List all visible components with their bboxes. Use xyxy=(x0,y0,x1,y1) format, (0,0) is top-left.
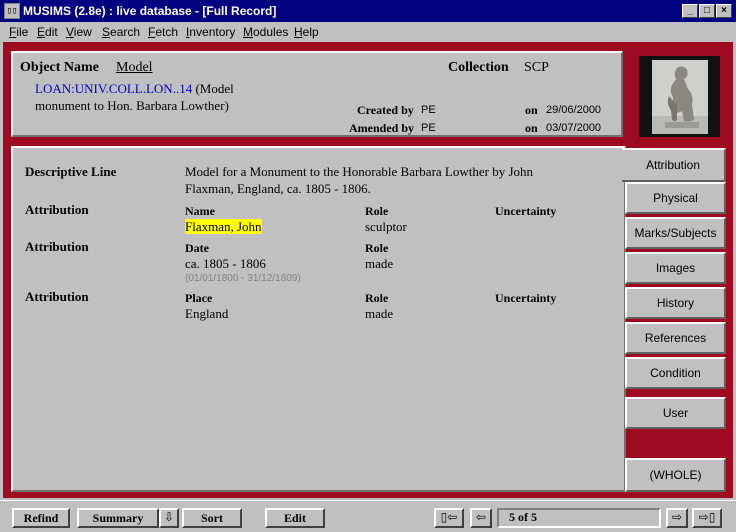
attribution-label: Attribution xyxy=(25,202,89,217)
object-name-label: Object Name xyxy=(20,60,99,75)
uncertainty-label: Uncertainty xyxy=(495,291,557,305)
record-counter: 5 of 5 xyxy=(497,508,661,528)
menu-search[interactable]: Search xyxy=(102,25,140,39)
menu-help[interactable]: Help xyxy=(294,25,319,39)
menu-fetch[interactable]: Fetch xyxy=(148,25,178,39)
maximize-button[interactable]: □ xyxy=(699,4,715,18)
date-label: Date xyxy=(185,241,209,255)
previous-record-icon[interactable]: ⇦ xyxy=(470,508,492,528)
amended-by-label: Amended by xyxy=(349,121,415,135)
title-line-1: (Model xyxy=(192,81,234,96)
role-value: made xyxy=(365,306,394,321)
descriptive-line-label: Descriptive Line xyxy=(25,164,117,179)
title-bar: ▯▯ MUSIMS (2.8e) : live database - [Full… xyxy=(0,0,736,22)
amended-on-label: on xyxy=(525,121,538,135)
name-label: Name xyxy=(185,204,215,218)
close-button[interactable]: × xyxy=(716,4,732,18)
record-header-panel: Object Name Model Collection SCP LOAN:UN… xyxy=(11,51,623,137)
menu-file[interactable]: File xyxy=(9,25,28,39)
created-on-value: 29/06/2000 xyxy=(546,104,602,116)
collection-value: SCP xyxy=(524,60,549,75)
tab-attribution[interactable]: Attribution xyxy=(622,148,726,182)
summary-down-arrow-icon[interactable]: ⇩ xyxy=(159,508,179,528)
tab-marks-subjects[interactable]: Marks/Subjects xyxy=(625,217,726,249)
amended-by-value: PE xyxy=(421,122,436,134)
tab-images[interactable]: Images xyxy=(625,252,726,284)
tab-user[interactable]: User xyxy=(625,397,726,429)
sort-button[interactable]: Sort xyxy=(182,508,242,528)
next-record-icon[interactable]: ⇨ xyxy=(666,508,688,528)
tab-physical[interactable]: Physical xyxy=(625,182,726,214)
app-icon[interactable]: ▯▯ xyxy=(4,3,20,19)
role-label: Role xyxy=(365,291,389,305)
sculpture-image xyxy=(652,60,708,134)
identifier-link[interactable]: LOAN:UNIV.COLL.LON..14 xyxy=(35,81,192,96)
bottom-toolbar: Refind Summary ⇩ Sort Edit ▯⇦ ⇦ 5 of 5 ⇨… xyxy=(0,500,736,532)
object-thumbnail[interactable] xyxy=(639,56,720,137)
role-label: Role xyxy=(365,204,389,218)
role-label: Role xyxy=(365,241,389,255)
last-record-icon[interactable]: ⇨▯ xyxy=(692,508,722,528)
title-line-2: monument to Hon. Barbara Lowther) xyxy=(35,98,229,113)
object-name-value[interactable]: Model xyxy=(116,60,153,76)
place-label: Place xyxy=(185,291,213,305)
record-title: LOAN:UNIV.COLL.LON..14 (Model xyxy=(35,81,234,97)
date-value: ca. 1805 - 1806 xyxy=(185,256,266,271)
menu-inventory[interactable]: Inventory xyxy=(186,25,235,39)
record-frame: Object Name Model Collection SCP LOAN:UN… xyxy=(3,42,733,498)
menu-bar: File Edit View Search Fetch Inventory Mo… xyxy=(0,22,736,42)
refind-button[interactable]: Refind xyxy=(12,508,70,528)
role-value: made xyxy=(365,256,394,271)
descriptive-line-text-1: Model for a Monument to the Honorable Ba… xyxy=(185,164,534,179)
window-title: MUSIMS (2.8e) : live database - [Full Re… xyxy=(23,4,277,18)
amended-on-value: 03/07/2000 xyxy=(546,122,602,134)
attribution-label: Attribution xyxy=(25,239,89,254)
date-range-note: (01/01/1800 - 31/12/1809) xyxy=(185,273,301,284)
tab-whole[interactable]: (WHOLE) xyxy=(625,458,726,492)
record-detail-panel: Descriptive Line Model for a Monument to… xyxy=(11,146,626,492)
menu-modules[interactable]: Modules xyxy=(243,25,288,39)
tab-references[interactable]: References xyxy=(625,322,726,354)
menu-edit[interactable]: Edit xyxy=(37,25,58,39)
role-value: sculptor xyxy=(365,219,407,234)
menu-view[interactable]: View xyxy=(66,25,92,39)
descriptive-line-text-2: Flaxman, England, ca. 1805 - 1806. xyxy=(185,181,371,196)
created-by-label: Created by xyxy=(357,103,414,117)
summary-button[interactable]: Summary xyxy=(77,508,159,528)
first-record-icon[interactable]: ▯⇦ xyxy=(434,508,464,528)
minimize-button[interactable]: _ xyxy=(682,4,698,18)
tab-history[interactable]: History xyxy=(625,287,726,319)
attribution-label: Attribution xyxy=(25,289,89,304)
created-by-value: PE xyxy=(421,104,436,116)
collection-label: Collection xyxy=(448,60,509,75)
name-value[interactable]: Flaxman, John xyxy=(185,219,262,234)
uncertainty-label: Uncertainty xyxy=(495,204,557,218)
place-value: England xyxy=(185,306,229,321)
created-on-label: on xyxy=(525,103,538,117)
tab-condition[interactable]: Condition xyxy=(625,357,726,389)
edit-button[interactable]: Edit xyxy=(265,508,325,528)
